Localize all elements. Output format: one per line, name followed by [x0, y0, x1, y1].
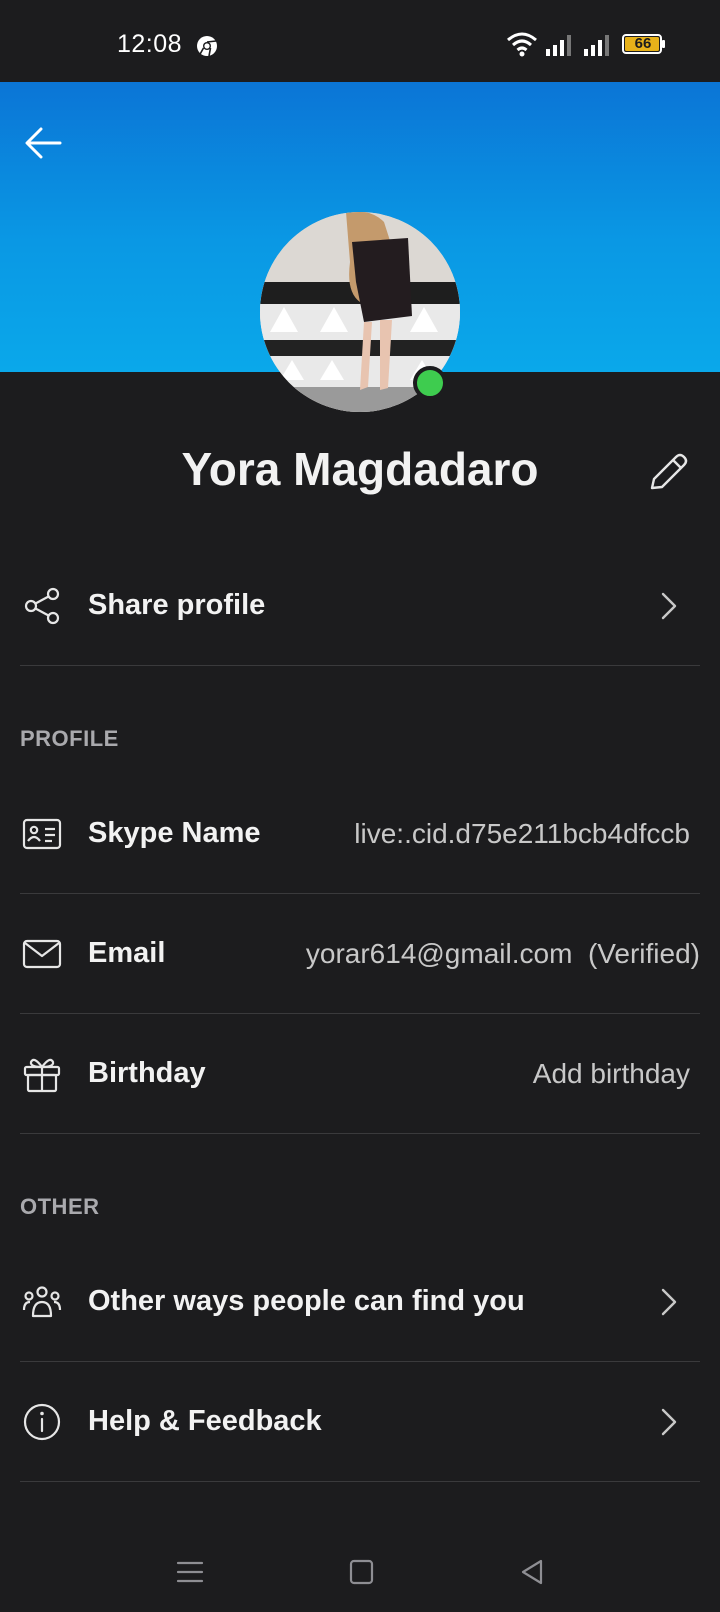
people-icon	[22, 1286, 62, 1318]
back-button[interactable]	[20, 120, 66, 166]
profile-name: Yora Magdadaro	[181, 443, 539, 495]
id-card-icon	[22, 818, 62, 850]
info-icon	[23, 1403, 61, 1441]
chevron-right-icon	[661, 1408, 677, 1436]
add-birthday-link[interactable]: Add birthday	[533, 1058, 690, 1090]
share-profile-label: Share profile	[88, 589, 266, 621]
chrome-icon	[197, 36, 217, 57]
chevron-right-icon	[661, 1288, 677, 1316]
birthday-row[interactable]: Birthday Add birthday	[20, 1014, 700, 1134]
system-navigation-bar	[0, 1540, 720, 1612]
email-label: Email	[88, 937, 166, 969]
birthday-label: Birthday	[88, 1057, 206, 1089]
help-feedback-row[interactable]: Help & Feedback	[20, 1362, 700, 1482]
profile-section-header: PROFILE	[20, 726, 119, 751]
back-triangle-icon[interactable]	[514, 1554, 550, 1590]
skype-name-row[interactable]: Skype Name live:.cid.d75e211bcb4dfccb	[20, 774, 700, 894]
find-you-row[interactable]: Other ways people can find you	[20, 1242, 700, 1362]
arrow-left-icon	[25, 127, 62, 159]
status-time: 12:08	[117, 30, 183, 58]
online-status-indicator	[413, 366, 447, 400]
chevron-right-icon	[661, 592, 677, 620]
menu-icon[interactable]	[172, 1554, 208, 1590]
gift-icon	[23, 1058, 61, 1093]
help-feedback-label: Help & Feedback	[88, 1405, 322, 1437]
signal-icon	[546, 35, 571, 56]
share-icon	[24, 587, 60, 625]
email-row[interactable]: Email yorar614@gmail.com (Verified)	[20, 894, 700, 1014]
wifi-icon	[507, 32, 537, 57]
signal-icon	[584, 35, 609, 56]
pencil-icon	[650, 453, 688, 490]
skype-name-value: live:.cid.d75e211bcb4dfccb	[354, 818, 690, 849]
email-value: yorar614@gmail.com (Verified)	[305, 938, 700, 969]
other-section-header: OTHER	[20, 1194, 100, 1219]
find-you-label: Other ways people can find you	[88, 1285, 525, 1317]
skype-name-label: Skype Name	[88, 817, 261, 849]
mail-icon	[22, 939, 62, 969]
battery-level: 66	[634, 35, 652, 52]
share-profile-row[interactable]: Share profile	[20, 546, 700, 666]
home-square-icon[interactable]	[343, 1554, 379, 1590]
edit-button[interactable]	[644, 448, 690, 494]
status-bar: 12:08 66	[0, 0, 720, 82]
